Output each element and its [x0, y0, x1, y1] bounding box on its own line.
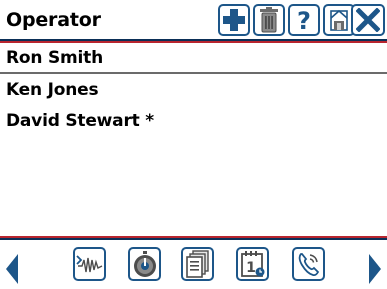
phone-button[interactable]: [292, 247, 325, 281]
list-item[interactable]: David Stewart *: [0, 105, 387, 136]
delete-button[interactable]: [253, 4, 285, 36]
operator-list: Ron Smith Ken Jones David Stewart *: [0, 43, 387, 136]
calendar-button[interactable]: 1: [236, 247, 269, 281]
add-button[interactable]: [218, 4, 250, 36]
svg-text:1: 1: [246, 260, 256, 276]
trash-icon: [260, 7, 278, 33]
operator-name: David Stewart *: [6, 110, 154, 131]
left-arrow-icon[interactable]: [6, 254, 18, 284]
page-title: Operator: [6, 9, 101, 31]
help-button[interactable]: ?: [288, 4, 320, 36]
right-arrow-icon[interactable]: [369, 254, 381, 284]
waveform-icon: [76, 255, 103, 273]
operator-name: Ken Jones: [6, 79, 99, 100]
footer-toolbar: 1: [0, 240, 387, 289]
add-icon: [223, 9, 245, 31]
documents-icon: [185, 250, 209, 278]
calendar-icon: 1: [240, 251, 264, 277]
documents-button[interactable]: [181, 247, 214, 281]
title-bar: Operator ?: [0, 0, 387, 40]
stopwatch-icon: [133, 251, 156, 277]
svg-text:?: ?: [297, 7, 311, 33]
phone-icon: [298, 253, 319, 276]
stopwatch-button[interactable]: [128, 247, 161, 281]
signal-button[interactable]: [73, 247, 106, 281]
operator-name: Ron Smith: [6, 47, 104, 68]
close-icon: [356, 8, 380, 32]
list-item[interactable]: Ron Smith: [0, 43, 387, 74]
home-icon: [330, 9, 348, 31]
help-icon: ?: [297, 7, 311, 33]
list-item[interactable]: Ken Jones: [0, 74, 387, 105]
close-button[interactable]: [351, 4, 385, 36]
